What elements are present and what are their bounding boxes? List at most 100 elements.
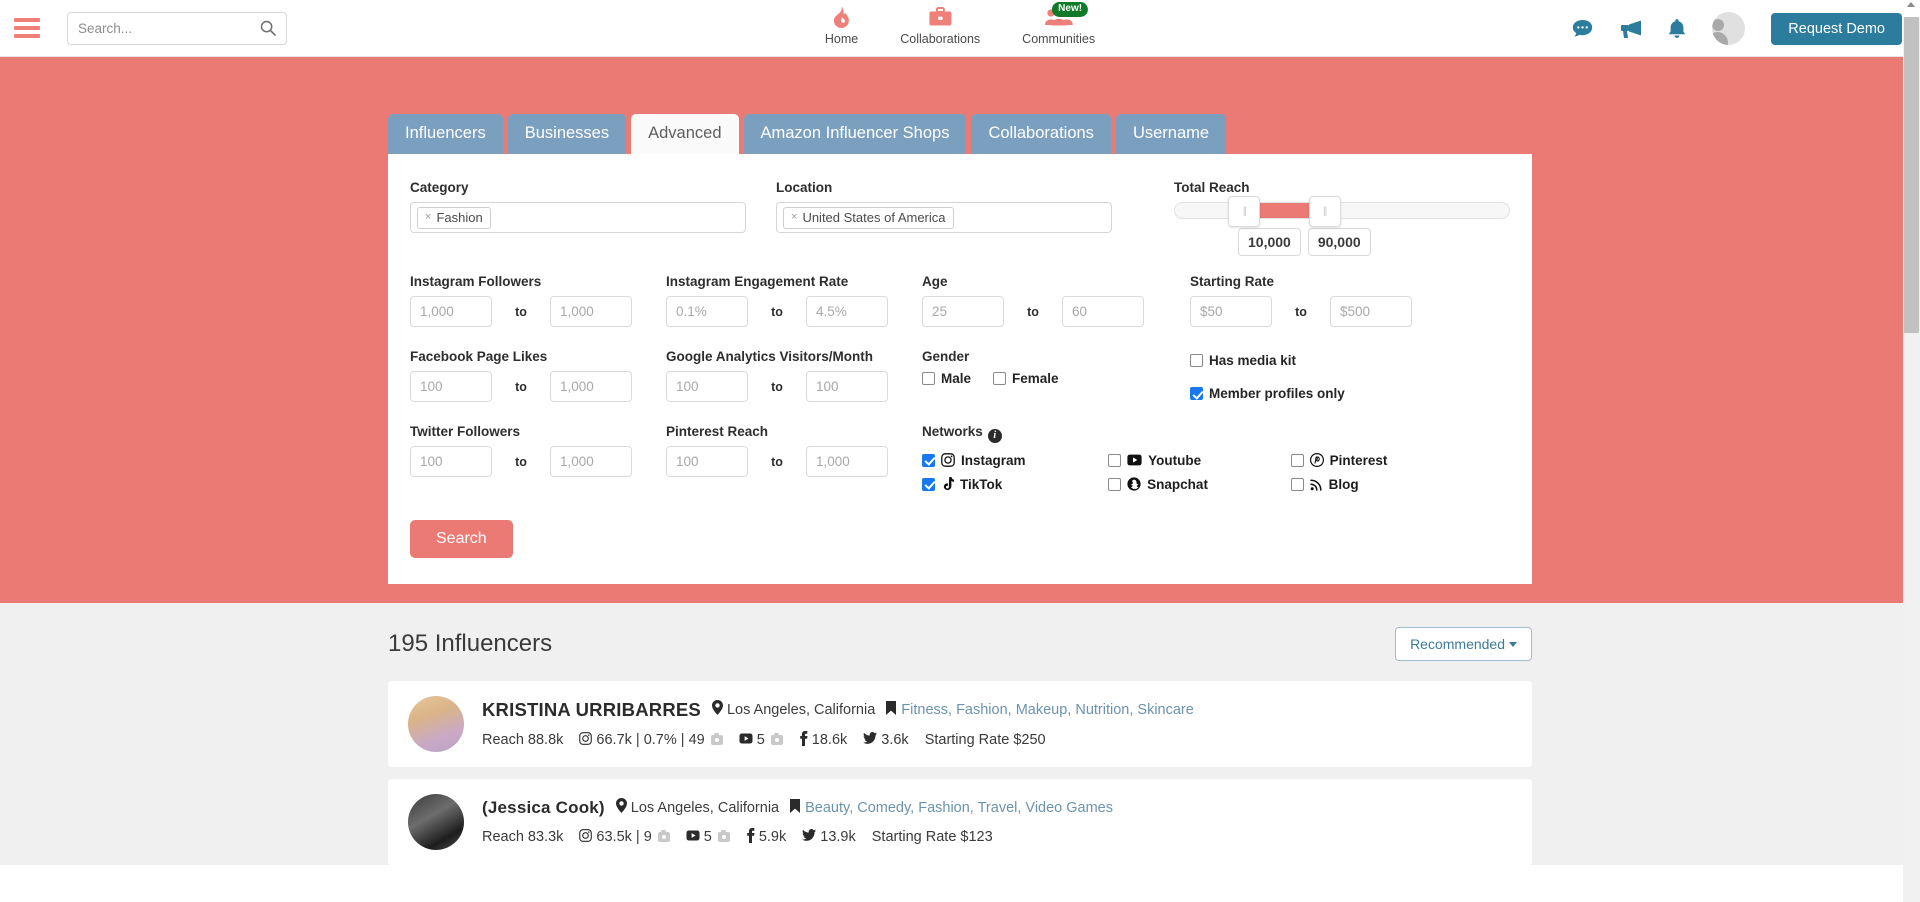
total-reach-max-value[interactable]: 90,000: [1307, 228, 1371, 256]
flag-member-profiles-only[interactable]: Member profiles only: [1190, 386, 1440, 401]
twitter-stat: 13.9k: [802, 829, 856, 845]
search-input[interactable]: [78, 20, 260, 36]
network-snapchat[interactable]: Snapchat: [1108, 477, 1262, 492]
remove-token-icon[interactable]: ×: [425, 211, 431, 223]
instagram-engagement-field: Instagram Engagement Rate to: [666, 274, 892, 327]
nav-item-collaborations[interactable]: Collaborations: [900, 4, 980, 46]
gender-female-label: Female: [1012, 371, 1059, 386]
global-search[interactable]: [67, 11, 287, 45]
megaphone-icon[interactable]: [1619, 19, 1642, 39]
nav-item-home[interactable]: Home: [825, 4, 858, 46]
request-demo-button[interactable]: Request Demo: [1771, 12, 1902, 45]
networks-label: Networks i: [922, 424, 1442, 443]
network-pinterest[interactable]: Pinterest: [1290, 453, 1442, 468]
influencer-card[interactable]: (Jessica Cook) Los Angeles, California B…: [388, 779, 1532, 865]
search-icon[interactable]: [260, 20, 276, 36]
pinterest-icon: [1309, 453, 1324, 467]
checkbox-youtube[interactable]: [1108, 453, 1122, 467]
twitter-followers-max[interactable]: [550, 446, 632, 477]
google-analytics-max[interactable]: [806, 371, 888, 402]
influencer-name[interactable]: KRISTINA URRIBARRES: [482, 699, 701, 721]
slider-handle-max[interactable]: [1308, 196, 1341, 227]
facebook-value: 18.6k: [811, 732, 848, 748]
network-instagram[interactable]: Instagram: [922, 453, 1080, 468]
checkbox-member-profiles-only[interactable]: [1190, 387, 1203, 400]
info-icon[interactable]: i: [987, 428, 1002, 443]
slider-handle-min[interactable]: [1228, 196, 1261, 227]
gender-option-female[interactable]: Female: [993, 371, 1059, 386]
checkbox-pinterest[interactable]: [1290, 453, 1304, 467]
age-label: Age: [922, 274, 948, 289]
checkbox-snapchat[interactable]: [1108, 477, 1122, 491]
category-input[interactable]: × Fashion: [410, 202, 746, 233]
location-input[interactable]: × United States of America: [776, 202, 1112, 233]
age-max[interactable]: [1062, 296, 1144, 327]
scroll-up-arrow-icon[interactable]: [1907, 2, 1915, 7]
instagram-followers-min[interactable]: [410, 296, 492, 327]
flame-icon: [833, 4, 850, 30]
instagram-followers-field: Instagram Followers to: [410, 274, 636, 327]
reach-value: 83.3k: [527, 829, 564, 845]
tab-advanced[interactable]: Advanced: [631, 114, 739, 154]
top-header: Home Collaborations New! Communities: [0, 0, 1920, 57]
influencer-name[interactable]: (Jessica Cook): [482, 798, 605, 818]
starting-rate-min[interactable]: [1190, 296, 1272, 327]
influencer-categories[interactable]: Beauty, Comedy, Fashion, Travel, Video G…: [790, 798, 1113, 817]
age-field: Age to: [922, 274, 1160, 327]
instagram-followers-max[interactable]: [550, 296, 632, 327]
total-reach-label: Total Reach: [1174, 180, 1250, 195]
page-scrollbar[interactable]: [1903, 0, 1920, 902]
influencer-card[interactable]: KRISTINA URRIBARRES Los Angeles, Califor…: [388, 681, 1532, 767]
avatar[interactable]: [1712, 12, 1746, 45]
total-reach-min-value[interactable]: 10,000: [1238, 228, 1301, 256]
network-blog[interactable]: Blog: [1290, 477, 1442, 492]
tab-businesses[interactable]: Businesses: [507, 114, 627, 154]
starting-rate-max[interactable]: [1330, 296, 1412, 327]
flag-has-media-kit[interactable]: Has media kit: [1190, 353, 1440, 368]
networks-group: Networks i Instagram Youtube Pinterest T…: [922, 424, 1442, 492]
checkbox-blog[interactable]: [1290, 477, 1304, 491]
tab-influencers[interactable]: Influencers: [388, 114, 503, 154]
facebook-likes-max[interactable]: [550, 371, 632, 402]
checkbox-male[interactable]: [922, 372, 935, 385]
checkbox-has-media-kit[interactable]: [1190, 354, 1203, 367]
tab-amazon-influencer-shops[interactable]: Amazon Influencer Shops: [743, 114, 967, 154]
network-youtube[interactable]: Youtube: [1108, 453, 1262, 468]
google-analytics-min[interactable]: [666, 371, 748, 402]
total-reach-slider[interactable]: [1174, 196, 1510, 227]
google-analytics-field: Google Analytics Visitors/Month to: [666, 349, 892, 402]
checkbox-instagram[interactable]: [922, 453, 935, 467]
age-min[interactable]: [922, 296, 1004, 327]
instagram-engagement-min[interactable]: [666, 296, 748, 327]
nav-item-communities[interactable]: New! Communities: [1022, 2, 1095, 46]
checkbox-female[interactable]: [993, 372, 1007, 385]
influencer-categories[interactable]: Fitness, Fashion, Makeup, Nutrition, Ski…: [886, 700, 1194, 719]
search-button[interactable]: Search: [410, 519, 513, 558]
facebook-likes-min[interactable]: [410, 371, 492, 402]
remove-token-icon[interactable]: ×: [791, 211, 797, 223]
instagram-engagement-max[interactable]: [806, 296, 888, 327]
scrollbar-thumb[interactable]: [1904, 17, 1919, 333]
chat-icon[interactable]: [1572, 19, 1593, 38]
location-token[interactable]: × United States of America: [783, 206, 954, 229]
header-actions: Request Demo: [1572, 0, 1902, 57]
starting-rate-value: $123: [960, 829, 993, 845]
nav-label-home: Home: [824, 32, 859, 46]
hamburger-icon[interactable]: [14, 17, 40, 39]
pinterest-reach-min[interactable]: [666, 446, 748, 477]
bell-icon[interactable]: [1668, 18, 1686, 39]
twitter-followers-field: Twitter Followers to: [410, 424, 636, 492]
tab-collaborations[interactable]: Collaborations: [971, 114, 1111, 154]
checkbox-tiktok[interactable]: [922, 477, 935, 491]
twitter-followers-min[interactable]: [410, 446, 492, 477]
category-token[interactable]: × Fashion: [417, 206, 491, 229]
pinterest-reach-max[interactable]: [806, 446, 888, 477]
starting-rate-label: Starting Rate: [924, 732, 1010, 748]
instagram-engagement-label: Instagram Engagement Rate: [666, 274, 849, 289]
sort-dropdown[interactable]: Recommended: [1395, 627, 1532, 661]
category-label: Category: [410, 180, 469, 195]
network-tiktok[interactable]: TikTok: [922, 476, 1080, 492]
tab-username[interactable]: Username: [1115, 114, 1227, 154]
gender-option-male[interactable]: Male: [922, 371, 971, 386]
tiktok-icon: [941, 476, 954, 492]
